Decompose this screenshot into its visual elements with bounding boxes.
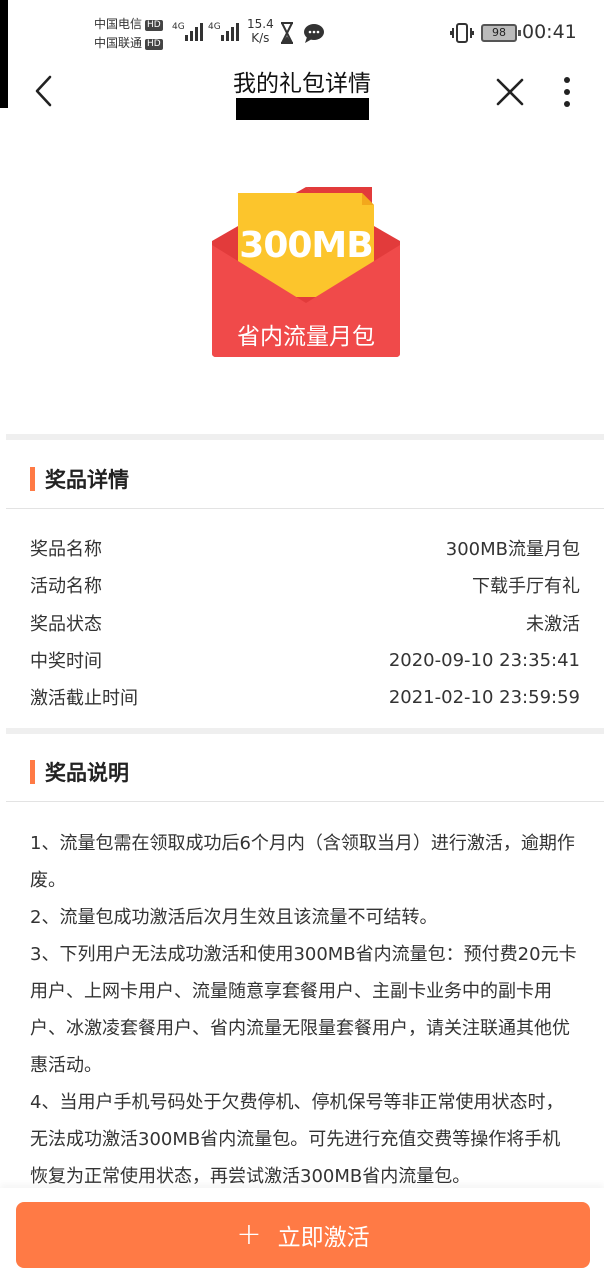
section-divider [6, 434, 604, 440]
speed-unit: K/s [251, 31, 270, 45]
detail-row-prize-status: 奖品状态 未激活 [30, 608, 580, 638]
vibrate-icon [450, 23, 474, 43]
traffic-package-envelope: 300MB 省内流量月包 [208, 183, 404, 361]
detail-label: 奖品状态 [30, 614, 102, 635]
carrier-1: 中国电信 [94, 17, 143, 31]
accent-bar [30, 760, 35, 784]
detail-row-prize-name: 奖品名称 300MB流量月包 [30, 533, 580, 563]
network-speed: 15.4 K/s [247, 17, 274, 45]
detail-value: 2021-02-10 23:59:59 [388, 686, 580, 708]
detail-label: 活动名称 [30, 576, 102, 597]
divider [6, 508, 604, 509]
redacted-block [236, 98, 369, 120]
more-vertical-icon[interactable] [552, 72, 582, 112]
hd-badge: HD [145, 39, 163, 50]
activate-button-label: 立即激活 [277, 1225, 370, 1251]
close-icon[interactable] [490, 72, 530, 112]
carrier-2: 中国联通 [94, 36, 143, 50]
prize-notes-text: 1、流量包需在领取成功后6个月内（含领取当月）进行激活，逾期作废。 2、流量包成… [30, 825, 578, 1195]
prize-details-header: 奖品详情 [30, 464, 129, 494]
accent-bar [30, 467, 35, 491]
signal-icon: 4G [172, 22, 203, 41]
envelope-amount: 300MB [239, 225, 373, 266]
section-divider [6, 728, 604, 734]
carrier-info: 中国电信 HD 中国联通 HD [94, 15, 163, 53]
divider [6, 801, 604, 802]
detail-label: 奖品名称 [30, 539, 102, 560]
battery-icon: 98 [481, 24, 521, 42]
detail-label: 激活截止时间 [30, 688, 138, 709]
hd-badge: HD [145, 20, 163, 31]
note-item: 3、下列用户无法成功激活和使用300MB省内流量包：预付费20元卡用户、上网卡用… [30, 944, 577, 1076]
prize-notes-header: 奖品说明 [30, 757, 129, 787]
activate-button[interactable]: + 立即激活 [16, 1202, 590, 1268]
page: 中国电信 HD 中国联通 HD 4G 4G 15.4 K/s 98 00:41 … [0, 0, 604, 1280]
detail-row-activity-name: 活动名称 下载手厅有礼 [30, 570, 580, 600]
nav-bar: 我的礼包详情 [0, 60, 604, 120]
section-title: 奖品详情 [45, 468, 129, 492]
detail-label: 中奖时间 [30, 651, 102, 672]
status-bar: 中国电信 HD 中国联通 HD 4G 4G 15.4 K/s 98 00:41 [0, 0, 604, 60]
hourglass-icon [281, 22, 293, 44]
clock: 00:41 [522, 21, 577, 43]
note-item: 2、流量包成功激活后次月生效且该流量不可结转。 [30, 907, 438, 928]
signal-icon: 4G [208, 22, 239, 41]
plus-icon: + [236, 1217, 262, 1252]
note-item: 4、当用户手机号码处于欠费停机、停机保号等非正常使用状态时，无法成功激活300M… [30, 1092, 564, 1187]
detail-value: 下载手厅有礼 [472, 576, 580, 597]
envelope-label: 省内流量月包 [237, 324, 375, 350]
detail-value: 未激活 [526, 614, 580, 635]
note-item: 1、流量包需在领取成功后6个月内（含领取当月）进行激活，逾期作废。 [30, 833, 575, 891]
section-title: 奖品说明 [45, 761, 129, 785]
detail-row-activation-deadline: 激活截止时间 2021-02-10 23:59:59 [30, 682, 580, 712]
chat-bubble-icon [304, 24, 324, 43]
detail-value: 300MB流量月包 [445, 539, 580, 560]
svg-text:4G: 4G [172, 22, 185, 32]
detail-value: 2020-09-10 23:35:41 [388, 649, 580, 671]
speed-value: 15.4 [247, 17, 274, 31]
svg-text:4G: 4G [208, 22, 221, 32]
detail-row-win-time: 中奖时间 2020-09-10 23:35:41 [30, 645, 580, 675]
